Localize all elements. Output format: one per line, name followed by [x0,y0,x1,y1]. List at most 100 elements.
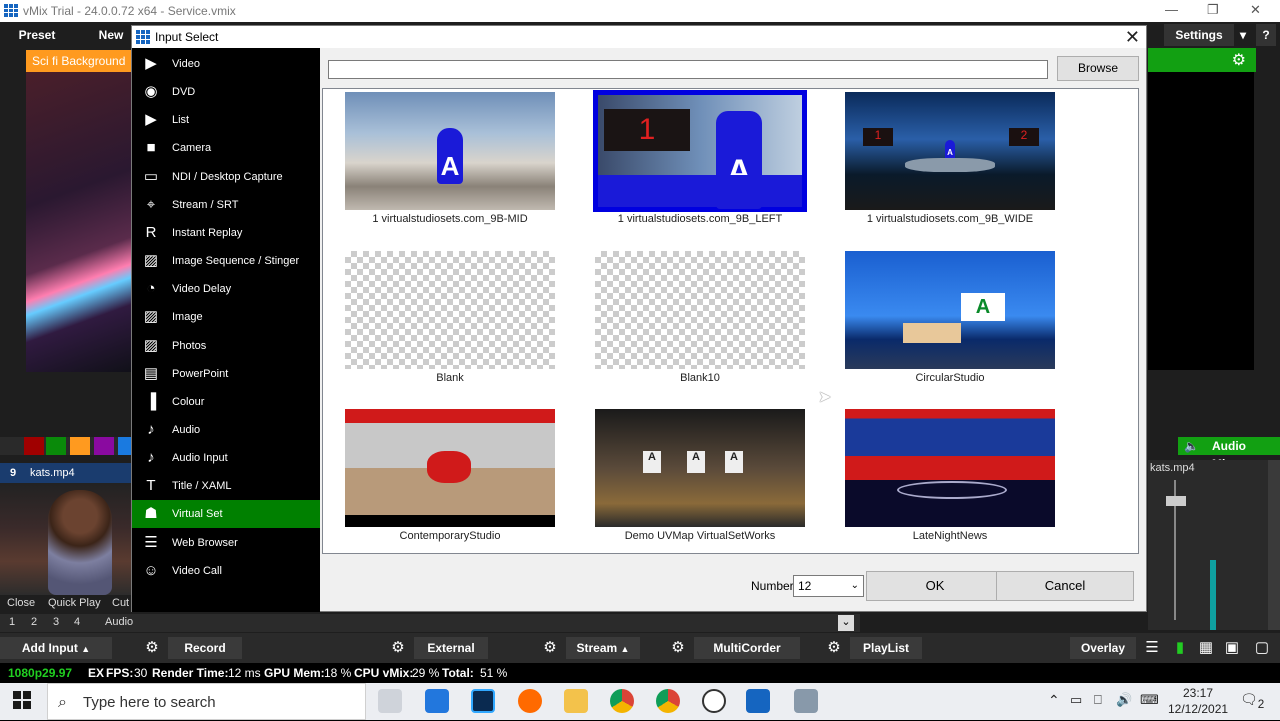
category-item[interactable]: ▨ Image Sequence / Stinger [132,247,320,275]
overlay-3[interactable]: 3 [53,616,59,628]
record-button[interactable]: Record [168,637,242,659]
vmix-taskbar-icon[interactable] [746,689,770,713]
search-input[interactable] [328,60,1048,79]
category-item[interactable]: T Title / XAML [132,472,320,500]
mixer-scrollbar[interactable] [1268,460,1280,630]
external-settings-gear-icon[interactable]: ⚙ [386,637,410,659]
stream-button[interactable]: Stream ▲ [566,637,640,659]
category-item[interactable]: ▨ Image [132,303,320,331]
close-input-button[interactable]: Close [7,597,35,609]
virtual-set-thumbnail[interactable] [845,409,1055,527]
category-item[interactable]: ♪ Audio [132,416,320,444]
overlay-2[interactable]: 2 [31,616,37,628]
speaker-icon: 🔈 [1184,439,1199,453]
bars-icon[interactable]: ▮ [1168,637,1192,659]
overlay-1[interactable]: 1 [9,616,15,628]
preset-button[interactable]: Preset [16,24,58,46]
virtual-set-thumbnail[interactable] [345,409,555,527]
scroll-down-icon[interactable]: ⌄ [838,615,854,631]
photoshop-icon[interactable] [471,689,495,713]
volume-icon[interactable]: 🔊 [1116,692,1132,708]
multicorder-settings-gear-icon[interactable]: ⚙ [666,637,690,659]
taskbar-clock[interactable]: 23:17 12/12/2021 [1168,685,1228,717]
playlist-settings-gear-icon[interactable]: ⚙ [822,637,846,659]
add-input-button[interactable]: Add Input ▲ [0,637,112,659]
virtual-set-thumbnail[interactable]: A A A [595,409,805,527]
multicorder-button[interactable]: MultiCorder [694,637,800,659]
taskbar-search-input[interactable]: ⌕ Type here to search [47,683,366,720]
camera-icon[interactable]: ▣ [1220,637,1244,659]
search-app-icon[interactable] [518,689,542,713]
help-button[interactable]: ? [1256,24,1276,46]
network-icon[interactable]: ▭ [1070,692,1082,708]
category-item[interactable]: ■ Camera [132,134,320,162]
keyboard-icon[interactable]: ⌨ [1140,692,1159,708]
virtual-set-thumbnail[interactable] [595,251,805,369]
clock-app-icon[interactable] [702,689,726,713]
virtual-set-thumbnail[interactable]: 1 2 A [845,92,1055,210]
cut-button[interactable]: Cut [112,597,129,609]
category-item[interactable]: ▐ Colour [132,388,320,416]
notifications-icon[interactable]: 🗨2 [1240,691,1264,711]
virtual-set-thumbnail[interactable]: A [845,251,1055,369]
settings-button[interactable]: Settings [1164,24,1234,46]
menu-icon[interactable]: ☰ [1140,637,1164,659]
category-item[interactable]: ☰ Web Browser [132,529,320,557]
category-item[interactable]: ◉ DVD [132,78,320,106]
chrome-profile-icon[interactable] [656,689,680,713]
virtual-set-thumbnail-selected[interactable]: 1 A [593,90,807,212]
overlay-button[interactable]: Overlay [1070,637,1136,659]
external-button[interactable]: External [414,637,488,659]
category-item[interactable]: ◔ Video Delay [132,275,320,303]
overlay-4[interactable]: 4 [74,616,80,628]
new-button[interactable]: New [94,24,128,46]
cancel-button[interactable]: Cancel [996,571,1134,601]
gear-icon[interactable]: ⚙ [1232,50,1246,70]
chrome-icon[interactable] [610,689,634,713]
category-item[interactable]: ☺ Video Call [132,557,320,585]
input-header[interactable]: 9 kats.mp4 [0,463,132,483]
category-item[interactable]: ♪ Audio Input [132,444,320,472]
category-item[interactable]: ▶ List [132,106,320,134]
category-label: Video Delay [172,283,232,296]
dialog-close-icon[interactable]: ✕ [1125,26,1140,48]
minimize-icon[interactable]: — [1165,2,1178,17]
preview-thumbnail[interactable] [26,72,132,372]
stream-settings-gear-icon[interactable]: ⚙ [538,637,562,659]
category-item[interactable]: ⌖ Stream / SRT [132,191,320,219]
category-item[interactable]: ▶ Video [132,50,320,78]
category-item[interactable]: ▨ Photos [132,332,320,360]
ok-button[interactable]: OK [866,571,1004,601]
quick-play-button[interactable]: Quick Play [48,597,101,609]
task-view-icon[interactable] [378,689,402,713]
disc-icon: ◉ [144,83,158,101]
virtual-set-thumbnail[interactable]: A [345,92,555,210]
app-icon[interactable] [794,689,818,713]
volume-fader[interactable] [1166,496,1186,506]
playlist-button[interactable]: PlayList [850,637,922,659]
grid-icon[interactable]: ▦ [1194,637,1218,659]
audio-button[interactable]: Audio [105,616,133,628]
virtual-set-caption: Blank [436,372,464,384]
windows-start-icon[interactable] [13,691,31,709]
input-name: kats.mp4 [30,467,75,479]
browse-button[interactable]: Browse [1057,56,1139,81]
store-icon[interactable] [425,689,449,713]
category-item[interactable]: ☗ Virtual Set [132,500,320,529]
number-select[interactable]: 12 ⌄ [793,575,864,597]
record-settings-gear-icon[interactable]: ⚙ [140,637,164,659]
file-explorer-icon[interactable] [564,689,588,713]
tray-chevron-icon[interactable]: ⌃ [1048,692,1060,709]
fullscreen-icon[interactable]: ▢ [1250,637,1274,659]
settings-dropdown-icon[interactable]: ▾ [1236,24,1250,46]
virtual-set-thumbnail[interactable] [345,251,555,369]
close-window-icon[interactable]: ✕ [1250,2,1261,18]
battery-icon[interactable]: ⎕ [1094,692,1102,708]
category-item[interactable]: R Instant Replay [132,219,320,247]
audio-mixer-button[interactable]: 🔈 Audio Mixer [1178,437,1280,471]
category-item[interactable]: ▭ NDI / Desktop Capture [132,163,320,191]
category-item[interactable]: ▤ PowerPoint [132,360,320,388]
restore-icon[interactable]: ❐ [1207,2,1219,18]
windows-taskbar: ⌕ Type here to search ⌃ ▭ ⎕ 🔊 ⌨ 23:17 12… [0,683,1280,720]
category-label: Image Sequence / Stinger [172,255,300,268]
